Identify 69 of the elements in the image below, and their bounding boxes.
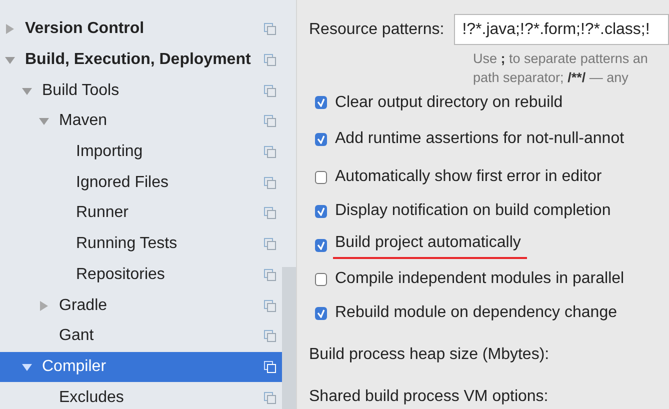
tree-item-label: Compiler bbox=[42, 356, 106, 377]
field-label: Resource patterns: bbox=[309, 20, 444, 40]
copy-icon bbox=[264, 54, 276, 66]
tree-item[interactable]: Ignored Files bbox=[0, 167, 282, 198]
scrollbar[interactable] bbox=[282, 267, 296, 409]
tree-item-label: Runner bbox=[76, 203, 128, 224]
tree-item[interactable]: Build, Execution, Deployment bbox=[0, 44, 282, 76]
checkbox[interactable] bbox=[315, 204, 327, 218]
tree-item[interactable]: Gant bbox=[0, 320, 282, 352]
checkbox[interactable] bbox=[315, 170, 327, 184]
tree-item-label: Running Tests bbox=[76, 234, 178, 254]
option-label: Compile independent modules in parallel bbox=[335, 269, 624, 290]
checkbox[interactable] bbox=[315, 306, 327, 320]
checkbox[interactable] bbox=[315, 132, 327, 146]
tree-item-label: Gradle bbox=[59, 296, 108, 316]
tree-item[interactable]: Excludes bbox=[0, 382, 282, 409]
option-label: Build project automatically bbox=[333, 231, 527, 260]
tree-item[interactable]: Build Tools bbox=[0, 75, 282, 106]
copy-icon bbox=[264, 84, 276, 97]
tree-item[interactable]: Maven bbox=[0, 106, 282, 137]
option-label: Rebuild module on dependency change bbox=[335, 303, 617, 324]
option-label: Automatically show first error in editor bbox=[335, 167, 602, 188]
checkbox[interactable] bbox=[315, 238, 327, 252]
option-label: Clear output directory on rebuild bbox=[335, 92, 563, 113]
resource-patterns-field[interactable]: !?*.java;!?*.form;!?*.class;! bbox=[454, 14, 669, 45]
check-icon bbox=[317, 240, 325, 250]
tree-item-label: Version Control bbox=[25, 19, 144, 40]
tree-item-label: Gant bbox=[59, 326, 94, 346]
copy-icon bbox=[264, 23, 276, 36]
option-label: Display notification on build completion bbox=[335, 201, 611, 222]
checkbox[interactable] bbox=[315, 96, 327, 110]
tree-item[interactable]: Running Tests bbox=[0, 228, 282, 260]
tree-item[interactable]: Version Control bbox=[0, 14, 282, 45]
check-icon bbox=[317, 308, 325, 318]
copy-icon bbox=[264, 207, 276, 220]
tree-item-label: Excludes bbox=[59, 388, 124, 408]
copy-icon bbox=[264, 176, 276, 189]
copy-icon bbox=[264, 360, 276, 373]
tree-item-label: Importing bbox=[76, 142, 143, 162]
expanded-arrow-icon[interactable] bbox=[5, 55, 15, 66]
tree-item-label: Repositories bbox=[76, 264, 165, 285]
expanded-arrow-icon[interactable] bbox=[22, 362, 32, 372]
check-icon bbox=[317, 206, 325, 216]
copy-icon bbox=[264, 300, 276, 312]
expanded-arrow-icon[interactable] bbox=[39, 116, 49, 126]
tree-item[interactable]: Runner bbox=[0, 198, 282, 229]
tree-item-label: Ignored Files bbox=[76, 172, 168, 193]
field-label: Build process heap size (Mbytes): bbox=[309, 344, 550, 365]
check-icon bbox=[317, 98, 325, 108]
hint-text: Use ; to separate patterns an bbox=[473, 50, 649, 68]
copy-icon bbox=[264, 268, 276, 281]
tree-item[interactable]: Gradle bbox=[0, 290, 282, 321]
tree-item-label: Build Tools bbox=[42, 80, 120, 101]
copy-icon bbox=[264, 146, 276, 158]
tree-item-label: Maven bbox=[59, 111, 108, 132]
tree-item[interactable]: Importing bbox=[0, 136, 282, 168]
option-label: Add runtime assertions for not-null-annot bbox=[335, 129, 624, 150]
field-label: Shared build process VM options: bbox=[309, 386, 550, 407]
expanded-arrow-icon[interactable] bbox=[22, 86, 32, 96]
copy-icon bbox=[264, 330, 276, 342]
check-icon bbox=[317, 134, 325, 144]
tree-item[interactable]: Repositories bbox=[0, 260, 282, 290]
tree-item[interactable]: Compiler bbox=[0, 352, 282, 382]
copy-icon bbox=[264, 115, 276, 128]
copy-icon bbox=[264, 238, 276, 250]
hint-text: path separator; /**/ — any bbox=[473, 69, 630, 87]
checkbox[interactable] bbox=[315, 272, 327, 286]
copy-icon bbox=[264, 392, 276, 404]
tree-item-label: Build, Execution, Deployment bbox=[25, 50, 251, 70]
